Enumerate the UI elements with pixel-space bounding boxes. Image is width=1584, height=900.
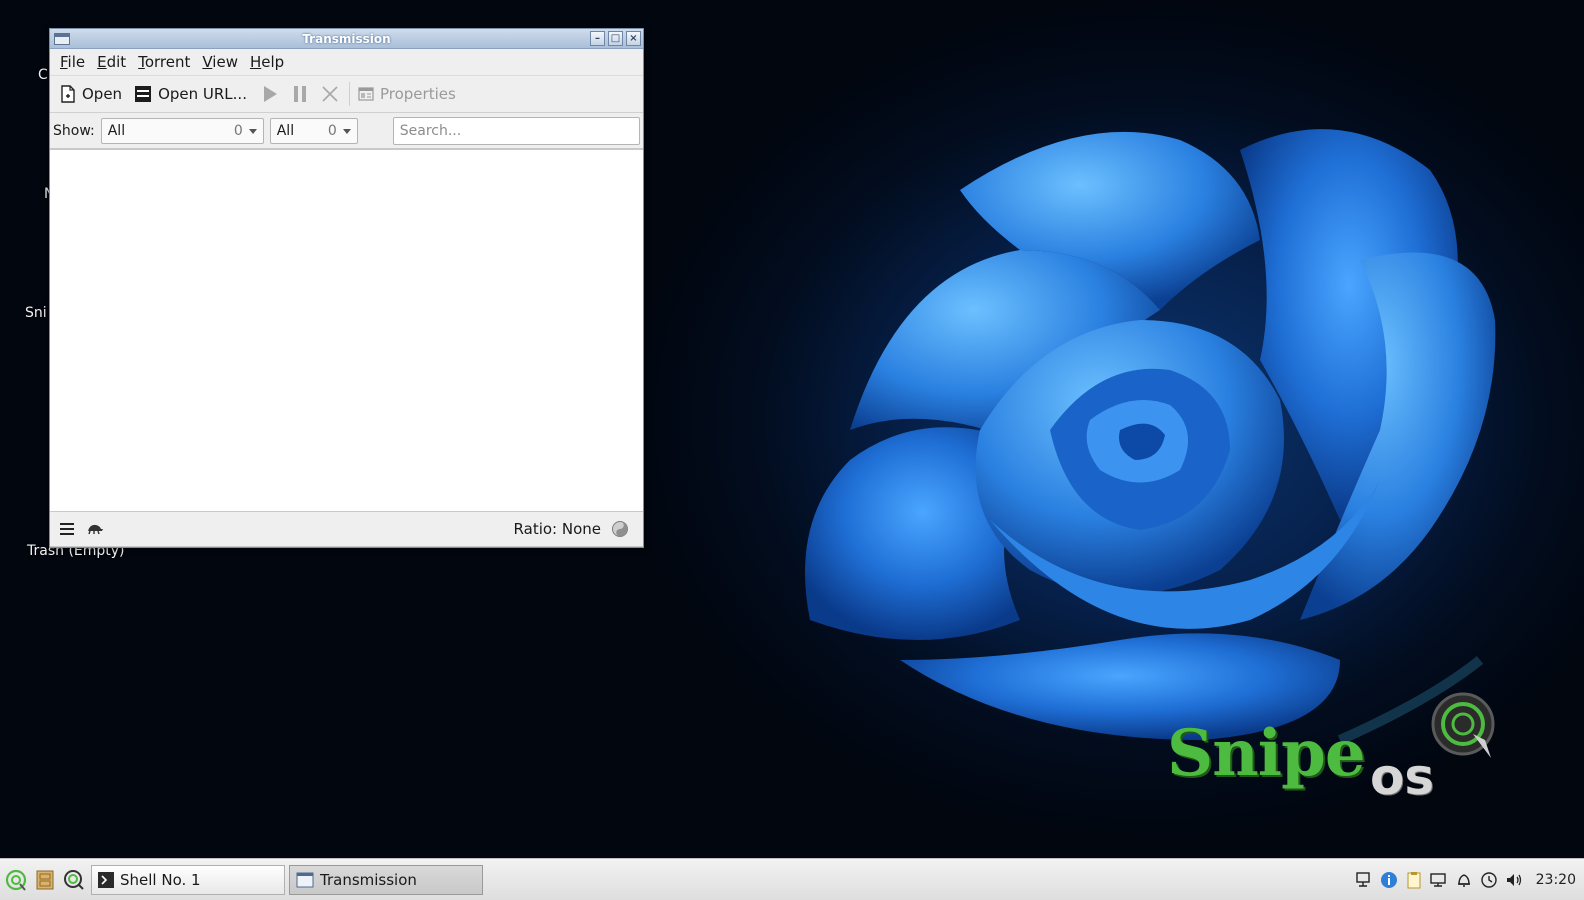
yin-yang-icon: [612, 521, 628, 537]
minimize-button[interactable]: –: [590, 31, 605, 46]
menubar: File Edit Torrent View Help: [50, 49, 643, 76]
ratio-icon: [609, 518, 631, 540]
remove-x-icon: [322, 86, 338, 102]
status-bar: Ratio: None: [50, 512, 643, 547]
menu-torrent[interactable]: Torrent: [132, 53, 196, 71]
desktop-icon-label[interactable]: C: [38, 67, 48, 83]
open-url-button[interactable]: Open URL...: [130, 79, 255, 109]
update-icon[interactable]: [1480, 870, 1499, 889]
open-url-icon: [135, 86, 152, 102]
options-menu-button[interactable]: [56, 518, 78, 540]
pause-button[interactable]: [285, 79, 315, 109]
info-icon[interactable]: [1380, 870, 1399, 889]
network-icon[interactable]: [1355, 870, 1374, 889]
taskbar-item-transmission[interactable]: Transmission: [289, 864, 483, 895]
toolbar-separator: [348, 82, 350, 106]
open-file-icon: [61, 85, 75, 103]
bell-icon[interactable]: [1455, 870, 1474, 889]
tracker-filter-value: All: [276, 122, 295, 139]
clock[interactable]: 23:20: [1536, 872, 1576, 888]
tracker-filter-combo[interactable]: All 0: [269, 117, 358, 144]
file-cabinet-icon: [36, 870, 54, 889]
rose-wallpaper-image: [805, 129, 1496, 745]
start-button[interactable]: [255, 79, 285, 109]
logo-snipe-text: Snipe: [1167, 716, 1366, 791]
alt-speed-button[interactable]: [84, 518, 106, 540]
terminal-icon: [98, 871, 114, 888]
snipeos-search-icon: [64, 869, 84, 890]
window-menu-icon[interactable]: [54, 33, 70, 45]
display-icon[interactable]: [1430, 870, 1449, 889]
desktop-icon-label[interactable]: Sni: [25, 305, 47, 321]
tracker-filter-count: 0: [327, 122, 337, 139]
search-launcher[interactable]: [61, 867, 87, 893]
chevron-down-icon: [342, 128, 351, 134]
search-input[interactable]: [392, 116, 640, 145]
menu-view[interactable]: View: [196, 53, 244, 71]
taskbar: Shell No. 1 Transmission 23:20: [0, 858, 1584, 900]
system-tray: 23:20: [1355, 870, 1584, 889]
play-icon: [263, 86, 277, 102]
properties-button-label: Properties: [379, 85, 456, 103]
show-label: Show:: [53, 122, 95, 139]
snipeos-logo: Snipe os: [1165, 690, 1505, 810]
clipboard-icon[interactable]: [1405, 870, 1424, 889]
file-manager-launcher[interactable]: [32, 867, 58, 893]
torrent-list[interactable]: [50, 149, 643, 512]
taskbar-item-label: Shell No. 1: [120, 870, 201, 889]
snipeos-badge-icon: [1431, 692, 1495, 758]
pause-icon: [293, 86, 306, 102]
activity-filter-combo[interactable]: All 0: [100, 117, 264, 144]
window-titlebar[interactable]: Transmission – □ ×: [50, 29, 643, 49]
volume-icon[interactable]: [1505, 870, 1524, 889]
properties-icon: [358, 87, 374, 101]
filter-bar: Show: All 0 All 0: [50, 113, 643, 149]
snipeos-menu-icon: [5, 869, 27, 891]
open-button[interactable]: Open: [56, 79, 130, 109]
turtle-icon: [88, 524, 103, 535]
activity-filter-value: All: [107, 122, 126, 139]
window-title: Transmission: [302, 32, 391, 46]
taskbar-item-shell[interactable]: Shell No. 1: [91, 864, 285, 895]
menu-help[interactable]: Help: [244, 53, 290, 71]
logo-os-text: os: [1370, 748, 1435, 806]
activity-filter-count: 0: [233, 122, 243, 139]
ratio-text[interactable]: Ratio: None: [514, 520, 601, 538]
close-button[interactable]: ×: [626, 31, 641, 46]
menu-file[interactable]: File: [54, 53, 91, 71]
hamburger-icon: [60, 523, 74, 535]
transmission-window: Transmission – □ × File Edit Torrent Vie…: [49, 28, 644, 548]
menu-edit[interactable]: Edit: [91, 53, 132, 71]
chevron-down-icon: [248, 128, 257, 134]
remove-button[interactable]: [315, 79, 345, 109]
taskbar-item-label: Transmission: [320, 870, 417, 889]
start-menu-button[interactable]: [3, 867, 29, 893]
toolbar: Open Open URL... Properties: [50, 76, 643, 113]
properties-button[interactable]: Properties: [354, 79, 464, 109]
window-icon: [296, 872, 314, 887]
open-url-button-label: Open URL...: [158, 85, 247, 103]
maximize-button[interactable]: □: [608, 31, 623, 46]
open-button-label: Open: [82, 85, 123, 103]
